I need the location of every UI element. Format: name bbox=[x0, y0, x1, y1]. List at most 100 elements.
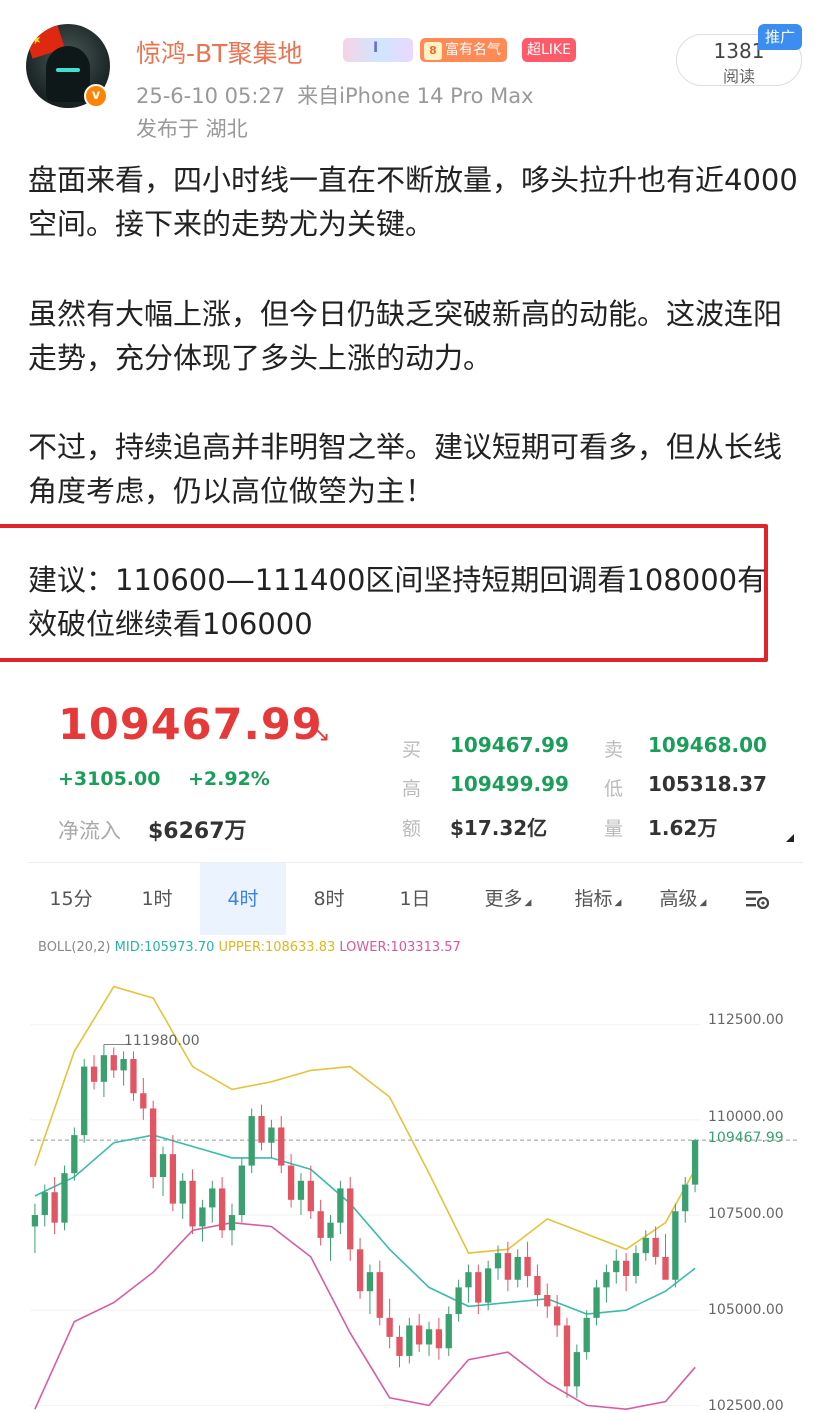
post-source: 来自iPhone 14 Pro Max bbox=[297, 84, 534, 108]
tab-15m[interactable]: 15分 bbox=[28, 863, 114, 935]
candle-body bbox=[593, 1287, 600, 1318]
candle-body bbox=[445, 1314, 452, 1349]
fame-badge-label: 富有名气 bbox=[445, 42, 501, 58]
y-tick-label: 102500.00 bbox=[708, 1398, 784, 1413]
candle-body bbox=[622, 1260, 630, 1276]
candle-body bbox=[327, 1222, 334, 1238]
candle-body bbox=[504, 1253, 512, 1280]
post-meta: 25-6-10 05:27 来自iPhone 14 Pro Max bbox=[136, 80, 534, 110]
candle-body bbox=[682, 1184, 689, 1212]
y-tick-label: 110000.00 bbox=[708, 1109, 784, 1125]
change-percent: +2.92% bbox=[188, 768, 270, 790]
candle-body bbox=[563, 1325, 571, 1387]
post-timestamp: 25-6-10 05:27 bbox=[136, 84, 286, 108]
candle-body bbox=[130, 1058, 137, 1094]
post-paragraph-2: 虽然有大幅上涨，但今日仍缺乏突破新高的动能。这波连阳走势，充分体现了多头上涨的动… bbox=[28, 297, 783, 375]
candle-body bbox=[416, 1325, 423, 1345]
buy-value: 109467.99 bbox=[450, 733, 569, 757]
high-label: 高 bbox=[402, 778, 422, 800]
candle-body bbox=[494, 1253, 502, 1269]
candle-body bbox=[287, 1165, 295, 1200]
post-paragraph-1: 盘面来看，四小时线一直在不断放量，哆头拉升也有近4000空间。接下来的走势尤为关… bbox=[28, 163, 798, 241]
interval-tabs: 15分 1时 4时 8时 1日 更多 ◢ 指标 ◢ 高级 ◢ bbox=[28, 862, 803, 935]
tab-more[interactable]: 更多 ◢ bbox=[458, 863, 558, 935]
sell-label: 卖 bbox=[604, 739, 624, 761]
amount-label: 额 bbox=[402, 818, 422, 840]
change-absolute: +3105.00 bbox=[58, 768, 161, 790]
candle-body bbox=[632, 1253, 640, 1276]
candle-body bbox=[514, 1256, 521, 1280]
candle-body bbox=[278, 1127, 285, 1166]
candle-body bbox=[396, 1336, 403, 1356]
candle-body bbox=[150, 1108, 157, 1177]
like-badge[interactable]: 超LIKE bbox=[522, 38, 576, 62]
tab-4h[interactable]: 4时 bbox=[200, 863, 286, 935]
candle-body bbox=[544, 1294, 551, 1307]
candlestick-chart[interactable] bbox=[0, 960, 829, 1413]
volume-value: 1.62万 bbox=[648, 816, 718, 840]
username[interactable]: 惊鸿-BT聚集地 bbox=[136, 34, 302, 70]
candle-body bbox=[573, 1352, 580, 1387]
boll-indicator-line: BOLL(20,2) MID:105973.70 UPPER:108633.83… bbox=[38, 940, 461, 955]
dropdown-icon: ◢ bbox=[524, 898, 532, 908]
post-paragraph-3: 不过，持续追高并非明智之举。建议短期可看多，但从长线角度考虑，仍以高位做箜为主！ bbox=[28, 430, 783, 508]
verified-badge: v bbox=[84, 84, 108, 108]
candle-body bbox=[218, 1188, 226, 1231]
dropdown-icon: ◢ bbox=[699, 898, 707, 908]
candle-body bbox=[71, 1135, 78, 1174]
candle-body bbox=[317, 1211, 324, 1238]
candle-body bbox=[662, 1256, 669, 1280]
candle-body bbox=[31, 1215, 39, 1227]
candle-body bbox=[356, 1249, 364, 1292]
candle-body bbox=[534, 1275, 541, 1295]
candle-body bbox=[258, 1116, 265, 1143]
current-price: 109467.99 bbox=[58, 700, 323, 750]
tab-advanced[interactable]: 高级 ◢ bbox=[633, 863, 733, 935]
candle-body bbox=[347, 1188, 354, 1250]
candle-body bbox=[110, 1055, 117, 1071]
y-tick-label: 107500.00 bbox=[708, 1206, 784, 1222]
candle-body bbox=[100, 1055, 108, 1082]
post-advice: 建议：110600—111400区间坚持短期回调看108000有效破位继续看10… bbox=[28, 563, 767, 641]
low-label: 低 bbox=[604, 778, 624, 800]
tab-advanced-label: 高级 bbox=[659, 888, 698, 910]
candle-body bbox=[248, 1116, 255, 1166]
candle-body bbox=[61, 1173, 68, 1223]
candle-body bbox=[485, 1268, 492, 1303]
tab-1h[interactable]: 1时 bbox=[114, 863, 200, 935]
down-right-arrow-icon: ↘ bbox=[312, 722, 331, 747]
candle-body bbox=[465, 1272, 472, 1288]
boll-upper: UPPER:108633.83 bbox=[218, 940, 336, 955]
candle-body bbox=[366, 1272, 374, 1292]
chart-settings-icon[interactable] bbox=[745, 888, 771, 910]
expand-corner-icon[interactable] bbox=[786, 834, 794, 842]
candle-body bbox=[81, 1066, 88, 1136]
boll-name: BOLL(20,2) bbox=[38, 940, 111, 955]
read-label: 阅读 bbox=[722, 67, 755, 86]
candle-body bbox=[583, 1317, 590, 1353]
y-tick-label: 105000.00 bbox=[708, 1302, 784, 1318]
candle-body bbox=[228, 1215, 236, 1231]
promo-tag[interactable]: 推广 bbox=[758, 24, 802, 50]
y-tick-label: 112500.00 bbox=[708, 1012, 784, 1028]
high-marker-label: 111980.00 bbox=[124, 1033, 200, 1049]
emblem-badge-text: I bbox=[373, 40, 379, 56]
candle-body bbox=[613, 1260, 620, 1273]
candle-body bbox=[179, 1180, 186, 1204]
candle-body bbox=[51, 1192, 58, 1223]
candle-body bbox=[603, 1272, 610, 1288]
candle-body bbox=[199, 1207, 206, 1227]
candle-body bbox=[169, 1154, 177, 1204]
fame-badge[interactable]: 8 富有名气 bbox=[420, 38, 507, 62]
high-value: 109499.99 bbox=[450, 772, 569, 796]
emblem-badge-icon[interactable]: I bbox=[343, 38, 413, 62]
candle-body bbox=[189, 1180, 196, 1227]
candle-body bbox=[90, 1066, 98, 1082]
candle-body bbox=[297, 1180, 305, 1200]
tab-1d[interactable]: 1日 bbox=[372, 863, 458, 935]
candle-body bbox=[268, 1127, 275, 1143]
candle-body bbox=[691, 1140, 699, 1185]
tab-indicators-label: 指标 bbox=[574, 888, 613, 910]
tab-8h[interactable]: 8时 bbox=[286, 863, 372, 935]
candle-body bbox=[376, 1272, 383, 1318]
